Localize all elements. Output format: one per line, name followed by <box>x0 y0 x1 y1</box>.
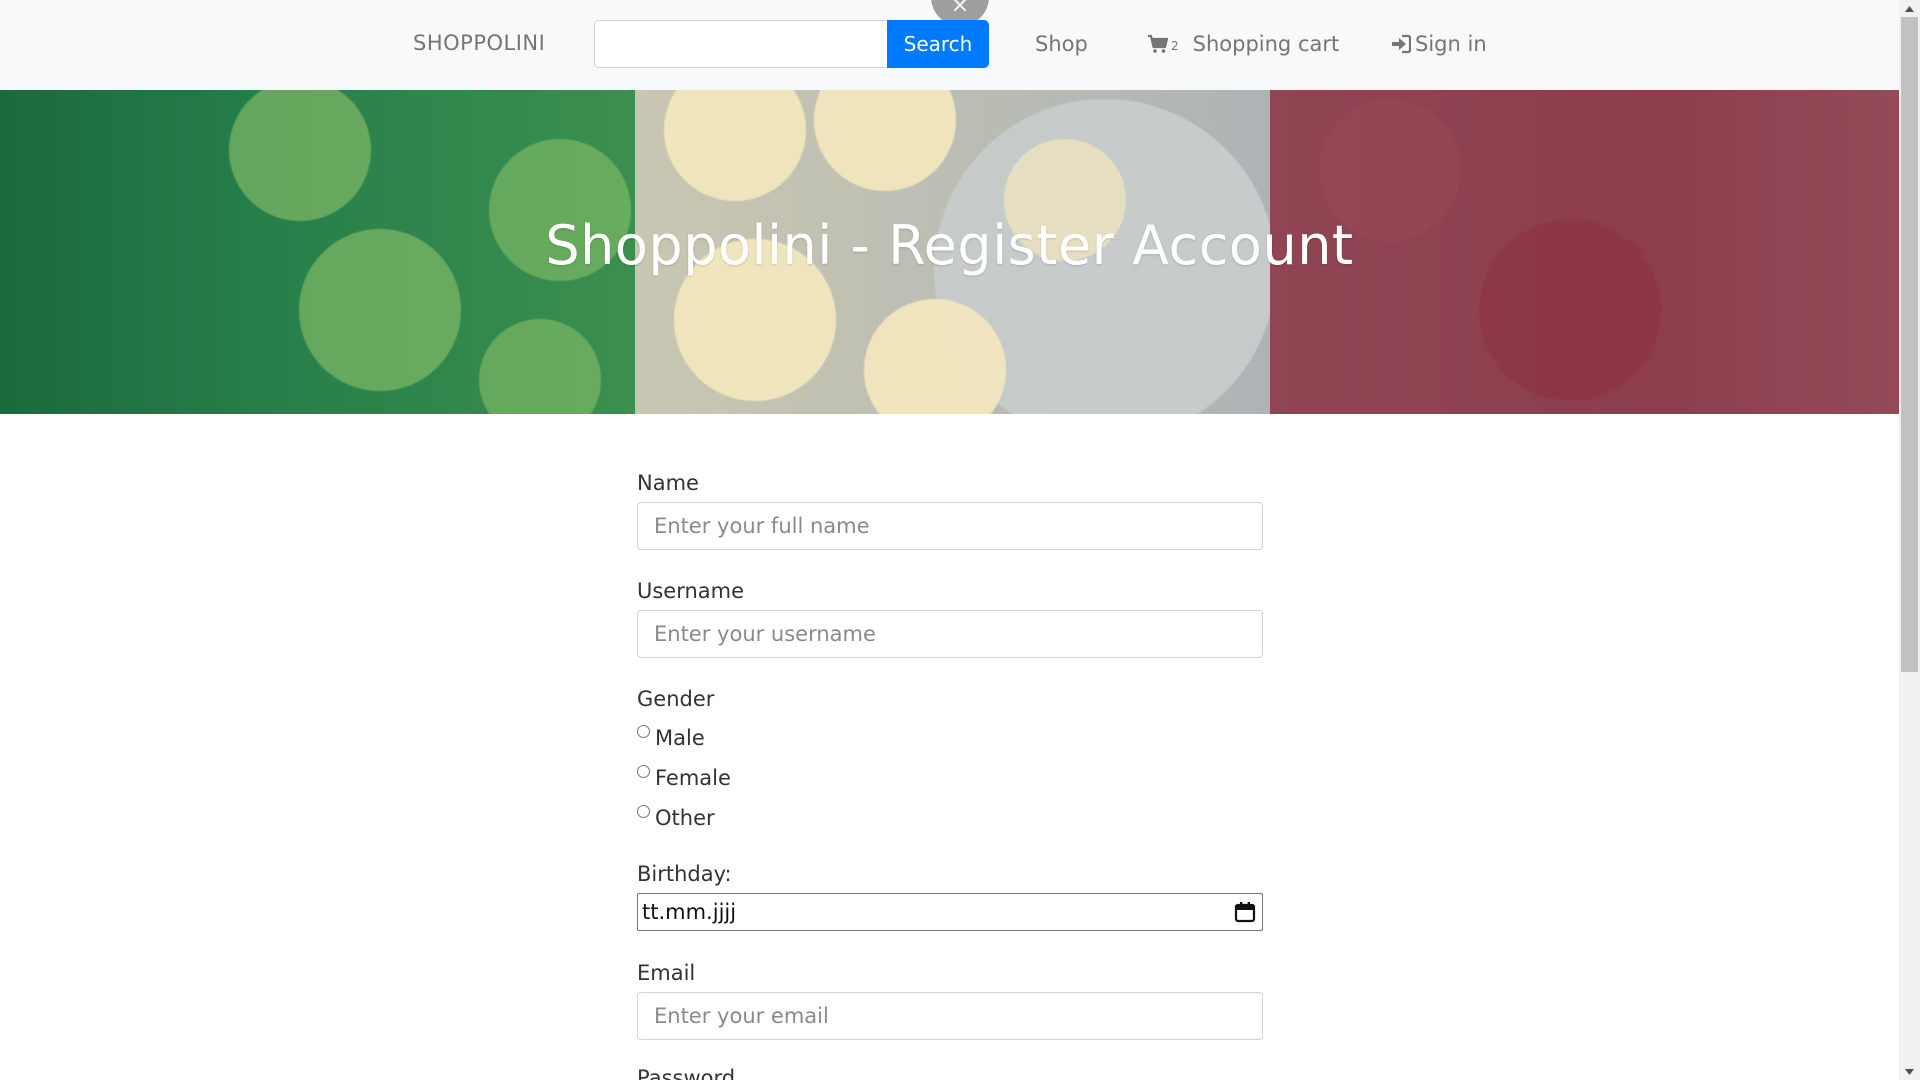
gender-option-male[interactable]: Male <box>637 718 731 758</box>
page-viewport: SHOPPOLINI × Search Shop 2 Shopping cart… <box>0 0 1899 1080</box>
gender-female-label: Female <box>655 766 731 790</box>
password-label: Password <box>637 1066 736 1080</box>
birthday-date-input[interactable]: tt.mm.jjjj <box>637 893 1263 931</box>
gender-label: Gender <box>637 687 715 711</box>
search-button[interactable]: Search <box>887 20 989 68</box>
gender-option-other[interactable]: Other <box>637 798 731 838</box>
brand-link[interactable]: SHOPPOLINI <box>413 31 545 55</box>
navbar: SHOPPOLINI × Search Shop 2 Shopping cart… <box>0 0 1899 90</box>
search-input[interactable] <box>594 20 889 68</box>
calendar-icon[interactable] <box>1234 901 1256 923</box>
name-label: Name <box>637 471 699 495</box>
scroll-up-arrow[interactable] <box>1899 0 1920 17</box>
username-label: Username <box>637 579 745 603</box>
page-scrollbar[interactable] <box>1899 0 1920 1080</box>
nav-signin-label: Sign in <box>1415 32 1487 56</box>
page-title: Shoppolini - Register Account <box>545 214 1354 277</box>
scroll-down-arrow[interactable] <box>1899 1063 1920 1080</box>
gender-group: Gender Male Female Other <box>637 686 731 838</box>
scrollbar-thumb[interactable] <box>1901 17 1918 672</box>
gender-option-female[interactable]: Female <box>637 758 731 798</box>
sign-in-icon <box>1392 34 1411 54</box>
email-field[interactable] <box>637 992 1263 1040</box>
nav-signin-link[interactable]: Sign in <box>1391 32 1487 56</box>
gender-other-label: Other <box>655 806 715 830</box>
birthday-group: Birthday: tt.mm.jjjj <box>637 861 1263 931</box>
birthday-label: Birthday: <box>637 862 732 886</box>
username-field[interactable] <box>637 610 1263 658</box>
cart-count-badge: 2 <box>1171 39 1179 53</box>
nav-cart-link[interactable]: 2 Shopping cart <box>1147 32 1339 56</box>
birthday-value: tt.mm.jjjj <box>642 900 737 924</box>
email-group: Email <box>637 960 1263 1040</box>
password-group: Password <box>637 1065 735 1080</box>
gender-male-radio[interactable] <box>637 724 650 738</box>
name-group: Name <box>637 470 1263 550</box>
nav-shop-link[interactable]: Shop <box>1035 32 1088 56</box>
gender-other-radio[interactable] <box>637 804 650 818</box>
gender-male-label: Male <box>655 726 705 750</box>
nav-cart-label: Shopping cart <box>1192 32 1340 56</box>
username-group: Username <box>637 578 1263 658</box>
email-label: Email <box>637 961 696 985</box>
gender-female-radio[interactable] <box>637 764 650 778</box>
shopping-cart-icon <box>1148 34 1169 53</box>
hero-banner: Shoppolini - Register Account <box>0 90 1899 414</box>
name-field[interactable] <box>637 502 1263 550</box>
